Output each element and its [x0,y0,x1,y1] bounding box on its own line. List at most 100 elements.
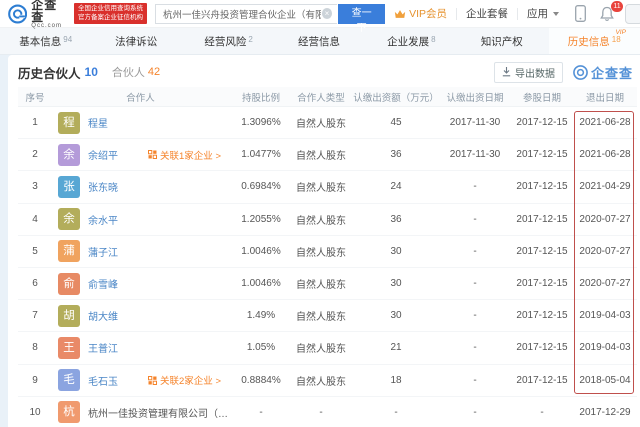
qcc-watermark-icon [573,64,588,80]
tab-company-development[interactable]: 企业发展 8 [366,28,457,54]
subscription-date: - [473,181,477,193]
search-bar: × 查一下 [154,3,386,34]
subscribed-amount: 30 [390,245,402,257]
partner-name-link[interactable]: 余水平 [88,212,118,227]
row-index: 9 [32,374,38,386]
subscribed-amount: 21 [390,342,402,354]
export-data-label: 导出数据 [514,68,555,80]
section-title: 历史合伙人 [18,66,81,81]
subscribed-amount: 30 [390,310,402,322]
partner-avatar: 余 [58,143,80,166]
exit-date: 2021-04-29 [579,181,631,193]
table-row: 3 张 张东晓 0.6984% 自然人股东 24 - 2017-12-15 20… [18,171,637,204]
partner-name-link[interactable]: 杭州一佳投资管理有限公司（执行事务合伙人） [88,405,229,420]
partner-name-link[interactable]: 王普江 [88,340,118,355]
row-index: 4 [32,213,38,225]
qcc-logo[interactable]: 企查查 Qcc.com [8,0,69,29]
partner-type: 自然人股东 [296,280,346,292]
subscription-date: - [473,342,477,354]
partner-avatar: 余 [58,208,80,231]
row-index: 3 [32,181,38,193]
col-header-ratio: 持股比例 [241,92,280,104]
partner-avatar: 胡 [58,304,80,327]
table-body: 1 程 程星 1.3096% 自然人股东 45 2017-11-30 2017-… [18,107,637,427]
related-companies-link[interactable]: 关联2家企业 > [148,373,229,387]
partner-cell: 杭 杭州一佳投资管理有限公司（执行事务合伙人） [52,401,233,424]
subscribed-amount: 36 [390,213,402,225]
partner-type: 自然人股东 [296,215,346,227]
join-date: 2017-12-15 [516,245,568,257]
partners-count: 42 [147,66,161,78]
join-date: 2017-12-15 [516,213,568,225]
related-companies-label: 关联2家企业 > [160,376,221,388]
section-title-count: 10 [84,65,98,79]
table-row: 7 胡 胡大维 1.49% 自然人股东 30 - 2017-12-15 2019… [18,300,637,333]
partner-name-link[interactable]: 蒲子江 [88,244,118,259]
join-date: 2017-12-15 [516,342,568,354]
join-date: 2017-12-15 [516,117,568,129]
exit-date: 2019-04-03 [579,310,631,322]
subscription-date: - [473,245,477,257]
tab-operation-risk[interactable]: 经营风险 2 [183,28,274,54]
partner-avatar: 俞 [58,272,80,295]
subscription-date: 2017-11-30 [449,117,501,129]
table-row: 6 俞 俞雪峰 1.0046% 自然人股东 30 - 2017-12-15 20… [18,268,637,301]
tab-label: 知识产权 [480,35,523,48]
partner-name-link[interactable]: 张东晓 [88,179,118,194]
partners-link[interactable]: 合伙人 [112,64,145,80]
tab-count: 8 [431,34,436,44]
partner-type: 自然人股东 [296,247,346,259]
tab-legal-litigation[interactable]: 法律诉讼 [91,28,182,54]
vip-member-link[interactable]: VIP会员 [385,6,456,21]
related-companies-icon [148,150,158,160]
partner-name-link[interactable]: 胡大维 [88,308,118,323]
exit-date: 2020-07-27 [579,245,631,257]
clear-search-icon[interactable]: × [321,8,333,19]
tab-label: 经营风险 [204,35,247,48]
user-avatar[interactable] [625,3,640,24]
tab-intellectual-property[interactable]: 知识产权 [457,28,548,54]
export-data-button[interactable]: 导出数据 [493,61,563,83]
top-right-menu: VIP会员 企业套餐 应用 11 [385,0,640,24]
exit-date: 2021-06-28 [579,117,631,129]
subscribed-amount: 45 [390,117,402,129]
apps-dropdown[interactable]: 应用 [518,6,568,21]
search-button[interactable]: 查一下 [338,3,386,34]
phone-icon [575,5,586,22]
exit-date: 2020-07-27 [579,213,631,225]
partner-type: 自然人股东 [296,151,346,163]
partner-avatar: 程 [58,111,80,134]
partner-cell: 张 张东晓 [52,175,233,198]
partner-name-link[interactable]: 余绍平 [88,147,118,162]
notifications-button[interactable]: 11 [593,0,623,22]
row-index: 10 [29,406,41,418]
mobile-app-button[interactable] [568,5,593,22]
gov-badge-line1: 全国企业信用查询系统 [77,4,143,12]
exit-date: 2018-05-04 [579,374,631,386]
tab-basic-info[interactable]: 基本信息 94 [0,28,91,54]
partner-type: 自然人股东 [296,344,346,356]
table-row: 4 余 余水平 1.2055% 自然人股东 36 - 2017-12-15 20… [18,204,637,236]
tab-history-info[interactable]: 历史信息 18 VIP [548,28,640,54]
table-row: 10 杭 杭州一佳投资管理有限公司（执行事务合伙人） - - - - - 201… [18,397,637,427]
top-bar: 企查查 Qcc.com 全国企业信用查询系统 官方备案企业征信机构 × 查一下 … [0,0,640,34]
enterprise-package-link[interactable]: 企业套餐 [457,6,517,21]
tab-operation-info[interactable]: 经营信息 [274,28,365,54]
related-companies-link[interactable]: 关联1家企业 > [148,148,229,162]
partner-avatar: 王 [58,336,80,359]
subscribed-amount: 30 [390,278,402,290]
join-date: - [540,406,544,418]
exit-date: 2017-12-29 [579,406,631,418]
partner-name-link[interactable]: 毛石玉 [88,373,118,388]
row-index: 6 [32,278,38,290]
partner-cell: 余 余水平 [52,208,233,231]
shareholding-ratio: - [259,406,263,418]
partner-name-link[interactable]: 俞雪峰 [88,276,118,291]
search-input[interactable] [154,3,337,24]
row-index: 7 [32,310,38,322]
subscription-date: 2017-11-30 [449,149,501,161]
col-header-exit-date: 退出日期 [585,92,624,104]
tab-label: 企业发展 [387,35,430,48]
partner-avatar: 杭 [58,401,80,424]
partner-name-link[interactable]: 程星 [88,115,108,130]
